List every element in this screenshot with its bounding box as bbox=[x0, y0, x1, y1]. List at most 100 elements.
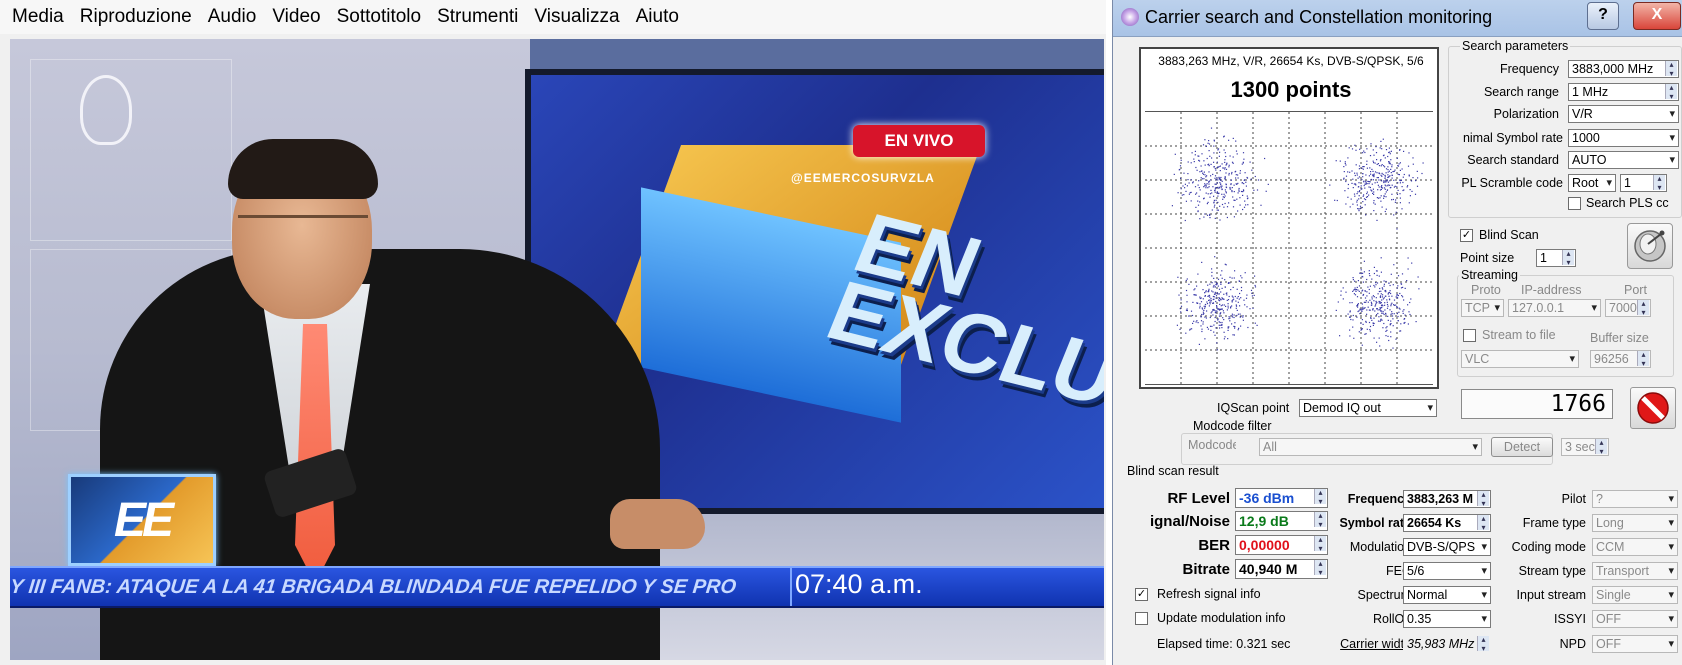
modcode-filter-title: Modcode filter bbox=[1191, 419, 1274, 433]
port-label: Port bbox=[1624, 283, 1647, 297]
detect-button[interactable]: Detect bbox=[1491, 437, 1553, 457]
menu-video[interactable]: Video bbox=[264, 6, 328, 28]
blind-scan-result-title: Blind scan result bbox=[1127, 464, 1219, 478]
input-stream-select[interactable]: Single bbox=[1592, 586, 1678, 604]
polarization-label: Polarization bbox=[1493, 107, 1559, 121]
update-modulation-label: Update modulation info bbox=[1157, 611, 1286, 625]
coding-mode-select[interactable]: CCM bbox=[1592, 538, 1678, 556]
stream-type-label: Stream type bbox=[1518, 564, 1586, 578]
iqscan-point-label: IQScan point bbox=[1217, 401, 1290, 415]
menu-sottotitolo[interactable]: Sottotitolo bbox=[329, 6, 430, 28]
menu-audio[interactable]: Audio bbox=[200, 6, 265, 28]
search-parameters-title: Search parameters bbox=[1460, 39, 1571, 53]
blind-scan-checkbox[interactable]: ✓ bbox=[1460, 229, 1473, 242]
news-ticker: Y III FANB: ATAQUE A LA 41 BRIGADA BLIND… bbox=[10, 566, 1104, 608]
detect-seconds-input[interactable]: 3 sec bbox=[1561, 438, 1609, 456]
player-select[interactable]: VLC bbox=[1461, 350, 1579, 368]
menu-visualizza[interactable]: Visualizza bbox=[526, 6, 627, 28]
refresh-signal-checkbox[interactable]: ✓ bbox=[1135, 588, 1148, 601]
app-icon bbox=[1121, 8, 1139, 26]
result-frequency-value: 3883,263 M bbox=[1403, 490, 1491, 508]
point-size-label: Point size bbox=[1460, 251, 1515, 265]
proto-select[interactable]: TCP bbox=[1461, 299, 1504, 317]
frame-type-select[interactable]: Long bbox=[1592, 514, 1678, 532]
wall-decoration bbox=[80, 75, 132, 145]
satellite-dish-icon bbox=[1634, 230, 1666, 262]
ticker-time: 07:40 a.m. bbox=[795, 569, 923, 599]
stream-to-file-checkbox[interactable] bbox=[1463, 329, 1476, 342]
satellite-dish-button[interactable] bbox=[1627, 223, 1673, 269]
stop-button[interactable] bbox=[1630, 387, 1676, 429]
frequency-label: Frequency bbox=[1499, 62, 1559, 76]
ip-address-select[interactable]: 127.0.0.1 bbox=[1508, 299, 1601, 317]
result-symbol-rate-value: 26654 Ks bbox=[1403, 514, 1491, 532]
modulation-select[interactable]: DVB-S/QPS bbox=[1403, 538, 1491, 556]
bitrate-value: 40,940 M bbox=[1235, 559, 1328, 579]
counter-display: 1766 bbox=[1461, 389, 1613, 419]
rf-level-value: -36 dBm bbox=[1235, 488, 1328, 508]
ticker-divider bbox=[790, 568, 792, 606]
buffer-size-input[interactable]: 96256 bbox=[1590, 350, 1651, 368]
title-bar: Carrier search and Constellation monitor… bbox=[1113, 0, 1682, 37]
search-pls-label: Search PLS cc bbox=[1586, 196, 1669, 210]
result-symbol-rate-label: Symbol rate bbox=[1339, 516, 1411, 530]
constellation-info: 3883,263 MHz, V/R, 26654 Ks, DVB-S/QPSK,… bbox=[1158, 54, 1424, 68]
fec-select[interactable]: 5/6 bbox=[1403, 562, 1491, 580]
channel-logo: EE bbox=[68, 474, 216, 566]
search-pls-checkbox[interactable] bbox=[1568, 197, 1581, 210]
carrier-width-link[interactable]: Carrier width bbox=[1313, 637, 1411, 651]
search-standard-label: Search standard bbox=[1467, 153, 1559, 167]
pl-scramble-mode-select[interactable]: Root bbox=[1568, 174, 1616, 192]
coding-mode-label: Coding mode bbox=[1511, 540, 1586, 554]
menu-aiuto[interactable]: Aiuto bbox=[628, 6, 687, 28]
polarization-select[interactable]: V/R bbox=[1568, 105, 1679, 123]
stream-to-file-label: Stream to file bbox=[1482, 328, 1556, 342]
ip-address-label: IP-address bbox=[1521, 283, 1582, 297]
rolloff-label: RollOff bbox=[1373, 612, 1411, 626]
stream-type-select[interactable]: Transport bbox=[1592, 562, 1678, 580]
video-frame[interactable]: EN VIVO @EEMERCOSURVZLA EN EXCLUS EE Y I… bbox=[10, 39, 1104, 660]
menu-bar: Media Riproduzione Audio Video Sottotito… bbox=[0, 0, 1106, 34]
npd-select[interactable]: OFF bbox=[1592, 635, 1678, 653]
media-player-window: Media Riproduzione Audio Video Sottotito… bbox=[0, 0, 1106, 665]
ber-label: BER bbox=[1198, 537, 1230, 554]
buffer-size-label: Buffer size bbox=[1590, 331, 1649, 345]
update-modulation-checkbox[interactable] bbox=[1135, 612, 1148, 625]
frequency-input[interactable]: 3883,000 MHz bbox=[1568, 60, 1679, 78]
pl-scramble-code-label: PL Scramble code bbox=[1461, 176, 1563, 190]
port-input[interactable]: 7000 bbox=[1605, 299, 1651, 317]
help-button[interactable]: ? bbox=[1587, 2, 1619, 30]
close-button[interactable]: X bbox=[1633, 2, 1681, 30]
pilot-select[interactable]: ? bbox=[1592, 490, 1678, 508]
rf-level-label: RF Level bbox=[1167, 490, 1230, 507]
result-frequency-label: Frequency bbox=[1347, 492, 1411, 506]
search-range-input[interactable]: 1 MHz bbox=[1568, 83, 1679, 101]
issyi-select[interactable]: OFF bbox=[1592, 610, 1678, 628]
signal-noise-value: 12,9 dB bbox=[1235, 511, 1328, 531]
point-size-input[interactable]: 1 bbox=[1536, 249, 1576, 267]
constellation-display: 3883,263 MHz, V/R, 26654 Ks, DVB-S/QPSK,… bbox=[1139, 47, 1439, 389]
minimal-symbol-rate-select[interactable]: 1000 bbox=[1568, 129, 1679, 147]
input-stream-label: Input stream bbox=[1516, 588, 1586, 602]
refresh-signal-label: Refresh signal info bbox=[1157, 587, 1261, 601]
menu-strumenti[interactable]: Strumenti bbox=[429, 6, 526, 28]
iqscan-point-select[interactable]: Demod IQ out bbox=[1299, 399, 1437, 417]
modcode-select[interactable]: All bbox=[1259, 438, 1482, 456]
spectrum-select[interactable]: Normal bbox=[1403, 586, 1491, 604]
npd-label: NPD bbox=[1559, 637, 1586, 651]
carrier-width-value: 35,983 MHz bbox=[1403, 635, 1491, 653]
streaming-title: Streaming bbox=[1459, 268, 1520, 282]
wall-panel bbox=[30, 59, 232, 241]
menu-media[interactable]: Media bbox=[4, 6, 72, 28]
screen-tag: @EEMERCOSURVZLA bbox=[791, 171, 935, 185]
menu-riproduzione[interactable]: Riproduzione bbox=[72, 6, 200, 28]
presenter-hand bbox=[610, 499, 705, 549]
rolloff-select[interactable]: 0.35 bbox=[1403, 610, 1491, 628]
pl-scramble-code-input[interactable]: 1 bbox=[1620, 174, 1667, 192]
pilot-label: Pilot bbox=[1561, 492, 1586, 506]
minimal-symbol-rate-label: nimal Symbol rate bbox=[1462, 131, 1563, 145]
search-standard-select[interactable]: AUTO bbox=[1568, 151, 1679, 169]
window-title: Carrier search and Constellation monitor… bbox=[1145, 7, 1493, 27]
proto-label: Proto bbox=[1471, 283, 1501, 297]
presenter-glasses bbox=[238, 215, 368, 240]
